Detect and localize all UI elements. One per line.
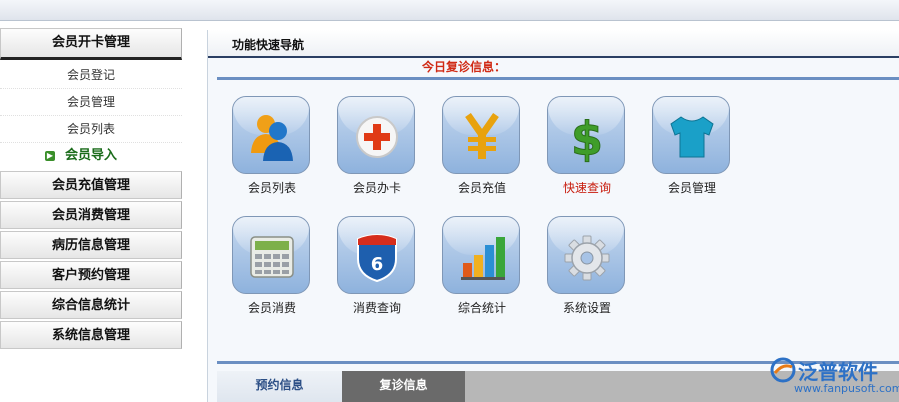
- shortcut-statistics[interactable]: 综合统计: [442, 216, 522, 316]
- shortcut-label: 会员办卡: [352, 181, 401, 195]
- sub-item-member-list[interactable]: 会员列表: [0, 116, 182, 143]
- menu-group-system[interactable]: 系统信息管理: [0, 321, 182, 349]
- shortcut-member-recharge[interactable]: 会员充值: [442, 96, 522, 196]
- brand-logo-icon: [770, 357, 796, 383]
- bar-chart-icon: [442, 216, 520, 294]
- plus-icon: [337, 96, 415, 174]
- shortcut-label: 消费查询: [352, 301, 401, 315]
- tab-appointment-info[interactable]: 预约信息: [217, 371, 342, 402]
- shortcut-member-list[interactable]: 会员列表: [232, 96, 312, 196]
- dollar-icon: $: [547, 96, 625, 174]
- shortcut-quick-query[interactable]: $ 快速查询: [547, 96, 627, 196]
- arrow-right-icon: ▶: [45, 151, 55, 161]
- brand-url: www.fanpusoft.com: [794, 382, 899, 395]
- sub-item-member-register[interactable]: 会员登记: [0, 62, 182, 89]
- menu-group-statistics[interactable]: 综合信息统计: [0, 291, 182, 319]
- shortcut-system-settings[interactable]: 系统设置: [547, 216, 627, 316]
- tab-followup-info[interactable]: 复诊信息: [342, 371, 465, 402]
- sub-item-label: 会员导入: [64, 148, 117, 163]
- brand-name: 泛普软件: [798, 360, 878, 384]
- sidebar: 会员开卡管理 会员登记 会员管理 会员列表 ▶ 会员导入 会员充值管理 会员消费…: [0, 28, 182, 351]
- calculator-icon: [232, 216, 310, 294]
- followup-notice: 今日复诊信息：: [422, 60, 507, 74]
- route-shield-icon: 6: [337, 216, 415, 294]
- sub-item-member-import[interactable]: ▶ 会员导入: [0, 143, 182, 169]
- main-panel: 功能快速导航 今日复诊信息： 会员列表 会员办卡 会员充值 $ 快速查询 会员管…: [207, 30, 899, 402]
- menu-group-medical-records[interactable]: 病历信息管理: [0, 231, 182, 259]
- users-icon: [232, 96, 310, 174]
- shortcut-label: 会员管理: [667, 181, 716, 195]
- shortcut-member-consume[interactable]: 会员消费: [232, 216, 312, 316]
- sub-item-member-manage[interactable]: 会员管理: [0, 89, 182, 116]
- shortcut-label: 会员充值: [457, 181, 506, 195]
- shortcut-label: 快速查询: [562, 181, 611, 195]
- shortcut-member-card[interactable]: 会员办卡: [337, 96, 417, 196]
- shortcut-consume-query[interactable]: 6 消费查询: [337, 216, 417, 316]
- svg-text:$: $: [571, 112, 603, 166]
- menu-group-recharge[interactable]: 会员充值管理: [0, 171, 182, 199]
- shortcut-label: 会员消费: [247, 301, 296, 315]
- svg-text:6: 6: [371, 254, 384, 275]
- shortcut-label: 系统设置: [562, 301, 611, 315]
- shortcut-label: 会员列表: [247, 181, 296, 195]
- brand-watermark: 泛普软件 www.fanpusoft.com: [770, 355, 899, 397]
- tshirt-icon: [652, 96, 730, 174]
- submenu-membership-cards: 会员登记 会员管理 会员列表 ▶ 会员导入: [0, 60, 182, 169]
- shortcut-label: 综合统计: [457, 301, 506, 315]
- yen-icon: [442, 96, 520, 174]
- gear-icon: [547, 216, 625, 294]
- menu-group-membership-cards[interactable]: 会员开卡管理: [0, 28, 182, 60]
- page-title: 功能快速导航: [208, 30, 899, 58]
- divider: [217, 77, 899, 80]
- shortcut-member-manage[interactable]: 会员管理: [652, 96, 732, 196]
- top-bar: [0, 0, 899, 21]
- menu-group-appointments[interactable]: 客户预约管理: [0, 261, 182, 289]
- menu-group-consumption[interactable]: 会员消费管理: [0, 201, 182, 229]
